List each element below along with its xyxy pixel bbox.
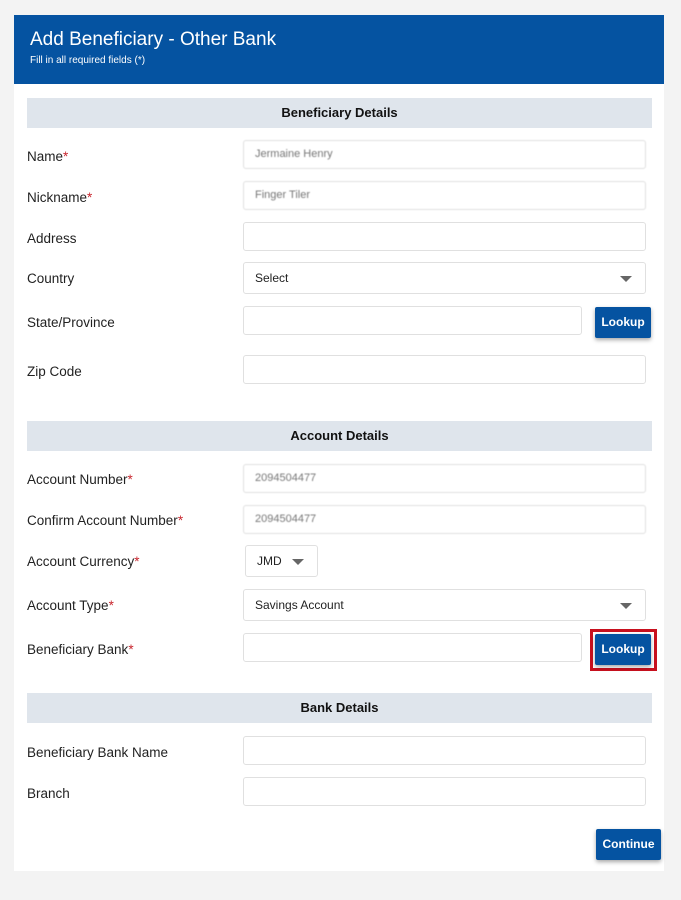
chevron-down-icon: [620, 276, 632, 282]
bank-name-input[interactable]: [243, 736, 646, 765]
branch-input[interactable]: [243, 777, 646, 806]
nickname-input[interactable]: Finger Tiler: [243, 181, 646, 210]
address-input[interactable]: [243, 222, 646, 251]
beneficiary-bank-lookup-button[interactable]: Lookup: [595, 634, 651, 665]
account-number-input[interactable]: 2094504477: [243, 464, 646, 493]
required-marker: *: [87, 190, 93, 205]
section-bank-details: Bank Details: [27, 693, 652, 723]
country-select[interactable]: Select: [243, 262, 646, 294]
country-label: Country: [27, 271, 75, 286]
add-beneficiary-form: Add Beneficiary - Other Bank Fill in all…: [14, 15, 664, 871]
required-marker: *: [128, 642, 134, 657]
name-label: Name*: [27, 149, 69, 164]
account-number-label: Account Number*: [27, 472, 133, 487]
chevron-down-icon: [620, 603, 632, 609]
nickname-label: Nickname*: [27, 190, 93, 205]
account-type-label: Account Type*: [27, 598, 114, 613]
confirm-account-number-input[interactable]: 2094504477: [243, 505, 646, 534]
account-type-selected-value: Savings Account: [255, 598, 344, 612]
required-marker: *: [63, 149, 69, 164]
chevron-down-icon: [292, 559, 304, 565]
address-label: Address: [27, 231, 77, 246]
bank-name-label: Beneficiary Bank Name: [27, 745, 169, 760]
continue-button[interactable]: Continue: [596, 829, 661, 860]
page-subtitle: Fill in all required fields (*): [30, 55, 146, 66]
required-marker: *: [108, 598, 114, 613]
required-marker: *: [134, 554, 140, 569]
required-marker: *: [177, 513, 184, 528]
account-currency-label: Account Currency*: [27, 554, 140, 569]
required-marker: *: [127, 472, 133, 487]
form-header: Add Beneficiary - Other Bank Fill in all…: [14, 15, 664, 84]
country-selected-value: Select: [255, 271, 289, 285]
state-lookup-button[interactable]: Lookup: [595, 307, 651, 338]
beneficiary-bank-label: Beneficiary Bank*: [27, 642, 134, 657]
currency-selected-value: JMD: [257, 554, 282, 568]
state-input[interactable]: [243, 306, 582, 335]
state-label: State/Province: [27, 315, 115, 330]
confirm-account-number-label: Confirm Account Number*: [27, 513, 184, 528]
branch-label: Branch: [27, 786, 70, 801]
zip-code-input[interactable]: [243, 355, 646, 384]
page-title: Add Beneficiary - Other Bank: [30, 29, 277, 50]
section-account-details: Account Details: [27, 421, 652, 451]
zip-code-label: Zip Code: [27, 364, 82, 379]
account-type-select[interactable]: Savings Account: [243, 589, 646, 621]
section-beneficiary-details: Beneficiary Details: [27, 98, 652, 128]
name-input[interactable]: Jermaine Henry: [243, 140, 646, 169]
beneficiary-bank-input[interactable]: [243, 633, 582, 662]
account-currency-select[interactable]: JMD: [245, 545, 318, 577]
